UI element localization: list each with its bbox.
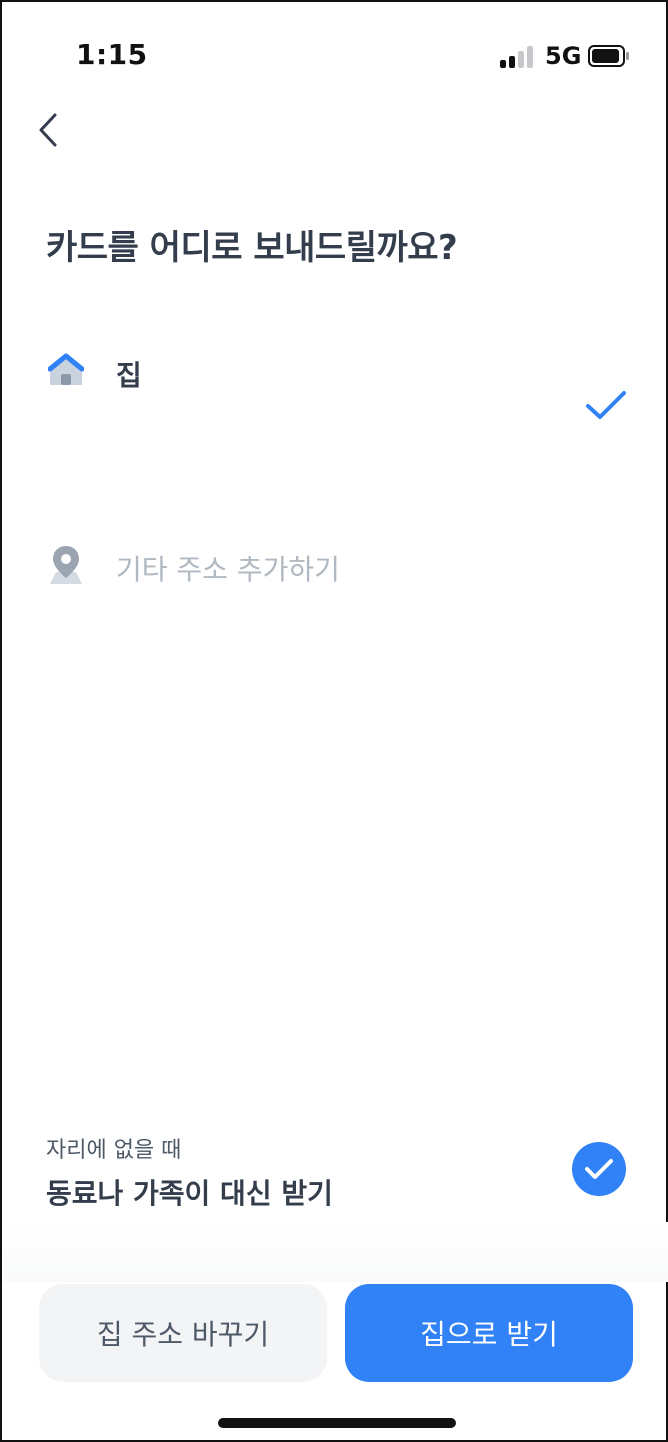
status-time: 1:15	[76, 38, 148, 71]
page-title: 카드를 어디로 보내드릴까요?	[46, 228, 458, 268]
add-other-address-button[interactable]: 기타 주소 추가하기	[42, 538, 642, 594]
home-address-redacted	[116, 402, 446, 452]
screen: 1:15 5G 카드를 어디로 보내드릴까요? 집 기타 주소 추가하기 자리에…	[0, 0, 668, 1442]
check-icon	[586, 391, 626, 419]
home-label: 집	[116, 359, 142, 392]
home-indicator	[218, 1418, 456, 1428]
back-button[interactable]	[28, 108, 68, 152]
battery-icon	[588, 45, 629, 67]
proxy-title: 동료나 가족이 대신 받기	[46, 1177, 333, 1210]
bottom-fade	[4, 1222, 668, 1282]
chevron-left-icon	[39, 113, 57, 147]
map-pin-icon	[50, 546, 82, 584]
proxy-subtitle: 자리에 없을 때	[46, 1138, 182, 1163]
change-address-button[interactable]: 집 주소 바꾸기	[39, 1284, 327, 1382]
add-other-address-label: 기타 주소 추가하기	[116, 553, 340, 586]
signal-icon	[500, 46, 536, 68]
receive-home-button[interactable]: 집으로 받기	[345, 1284, 633, 1382]
check-icon	[585, 1159, 613, 1179]
home-icon	[48, 353, 84, 385]
proxy-receive-option[interactable]: 자리에 없을 때 동료나 가족이 대신 받기	[42, 1128, 642, 1218]
network-label: 5G	[545, 42, 582, 70]
address-option-home[interactable]: 집	[42, 338, 642, 478]
proxy-checkbox[interactable]	[572, 1142, 626, 1196]
